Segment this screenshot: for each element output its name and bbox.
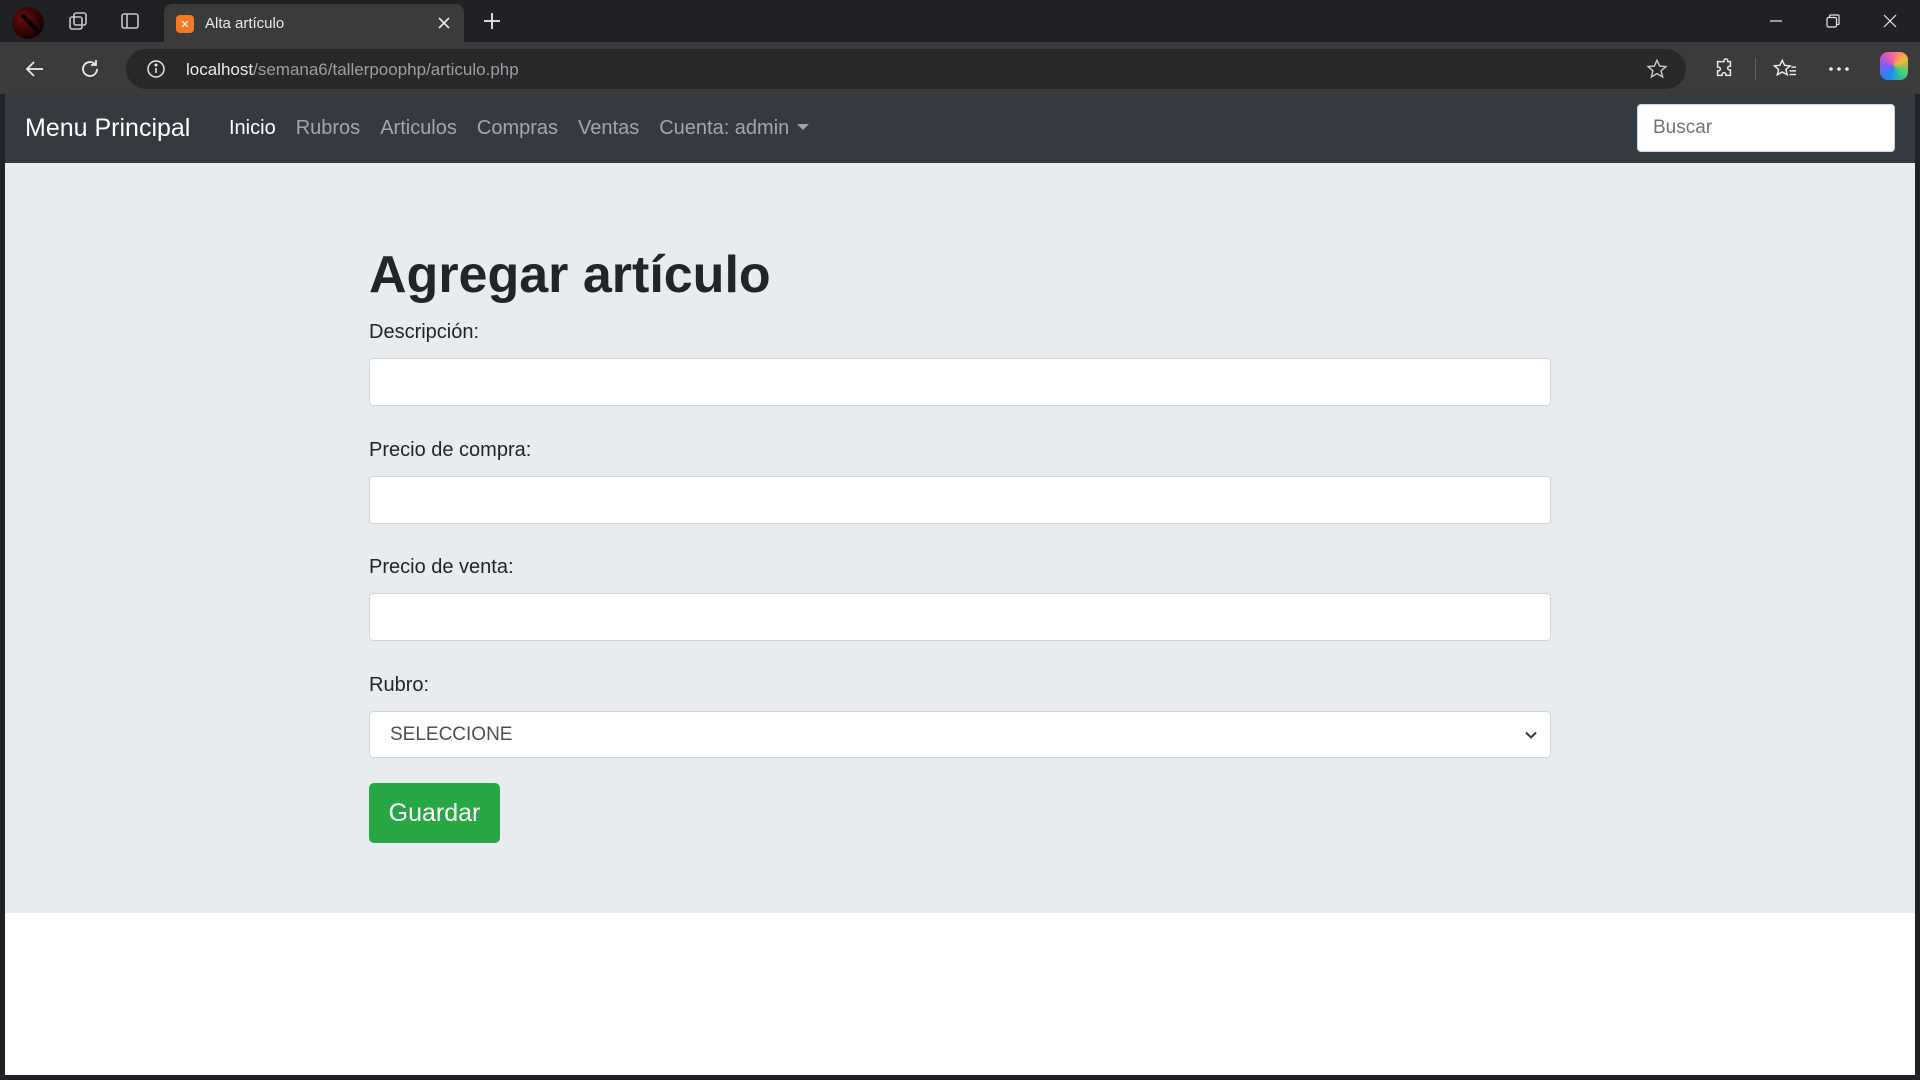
more-options-icon[interactable] xyxy=(1822,52,1856,86)
copilot-icon[interactable] xyxy=(1880,52,1908,80)
nav-links: Inicio Rubros Articulos Compras Ventas C… xyxy=(219,117,819,140)
nav-link-rubros[interactable]: Rubros xyxy=(286,117,370,140)
browser-toolbar: localhost/semana6/tallerpoophp/articulo.… xyxy=(0,42,1920,94)
xampp-icon: ✕ xyxy=(176,15,194,33)
form-jumbotron: Agregar artículo Descripción: Precio de … xyxy=(5,163,1915,913)
new-tab-icon[interactable] xyxy=(476,6,508,36)
browser-tab-strip: ✕ Alta artículo xyxy=(0,0,1920,42)
precio-compra-label: Precio de compra: xyxy=(369,439,532,461)
page-viewport: Menu Principal Inicio Rubros Articulos C… xyxy=(5,94,1915,1075)
rubro-select[interactable]: SELECCIONE xyxy=(369,711,1551,758)
chevron-down-icon xyxy=(1525,731,1537,739)
page-title: Agregar artículo xyxy=(369,246,771,304)
nav-link-articulos[interactable]: Articulos xyxy=(370,117,467,140)
caret-down-icon xyxy=(797,124,810,131)
toolbar-divider xyxy=(1755,58,1756,80)
workspaces-icon[interactable] xyxy=(62,6,94,36)
url-path: /semana6/tallerpoophp/articulo.php xyxy=(253,60,519,79)
precio-venta-label: Precio de venta: xyxy=(369,556,514,578)
nav-link-compras[interactable]: Compras xyxy=(467,117,568,140)
account-dropdown-label: Cuenta: admin xyxy=(659,117,790,139)
extensions-icon[interactable] xyxy=(1707,52,1741,86)
search-input[interactable] xyxy=(1637,104,1895,152)
reload-icon[interactable] xyxy=(73,52,107,86)
descripcion-input[interactable] xyxy=(369,358,1551,406)
main-navbar: Menu Principal Inicio Rubros Articulos C… xyxy=(5,94,1915,163)
browser-tab-active[interactable]: ✕ Alta artículo xyxy=(164,4,464,42)
tab-title: Alta artículo xyxy=(205,15,285,32)
nav-link-ventas[interactable]: Ventas xyxy=(568,117,649,140)
site-info-icon[interactable] xyxy=(146,59,166,79)
close-tab-icon[interactable] xyxy=(434,13,454,33)
favorites-icon[interactable] xyxy=(1768,52,1802,86)
back-arrow-icon[interactable] xyxy=(18,52,52,86)
rubro-selected-value: SELECCIONE xyxy=(390,724,513,745)
minimize-icon[interactable] xyxy=(1748,0,1804,42)
navbar-brand[interactable]: Menu Principal xyxy=(25,114,190,143)
url-text[interactable]: localhost/semana6/tallerpoophp/articulo.… xyxy=(186,60,519,80)
rubro-label: Rubro: xyxy=(369,674,430,696)
profile-avatar[interactable] xyxy=(12,7,44,39)
precio-compra-input[interactable] xyxy=(369,476,1551,524)
favorite-star-icon[interactable] xyxy=(1646,58,1668,80)
descripcion-label: Descripción: xyxy=(369,321,480,343)
address-bar[interactable]: localhost/semana6/tallerpoophp/articulo.… xyxy=(126,49,1686,89)
nav-link-inicio[interactable]: Inicio xyxy=(219,117,286,140)
close-window-icon[interactable] xyxy=(1862,0,1918,42)
precio-venta-input[interactable] xyxy=(369,593,1551,641)
account-dropdown[interactable]: Cuenta: admin xyxy=(649,117,819,140)
guardar-button[interactable]: Guardar xyxy=(369,783,500,843)
url-host: localhost xyxy=(186,60,254,79)
vertical-tabs-icon[interactable] xyxy=(114,6,146,36)
restore-icon[interactable] xyxy=(1805,0,1861,42)
